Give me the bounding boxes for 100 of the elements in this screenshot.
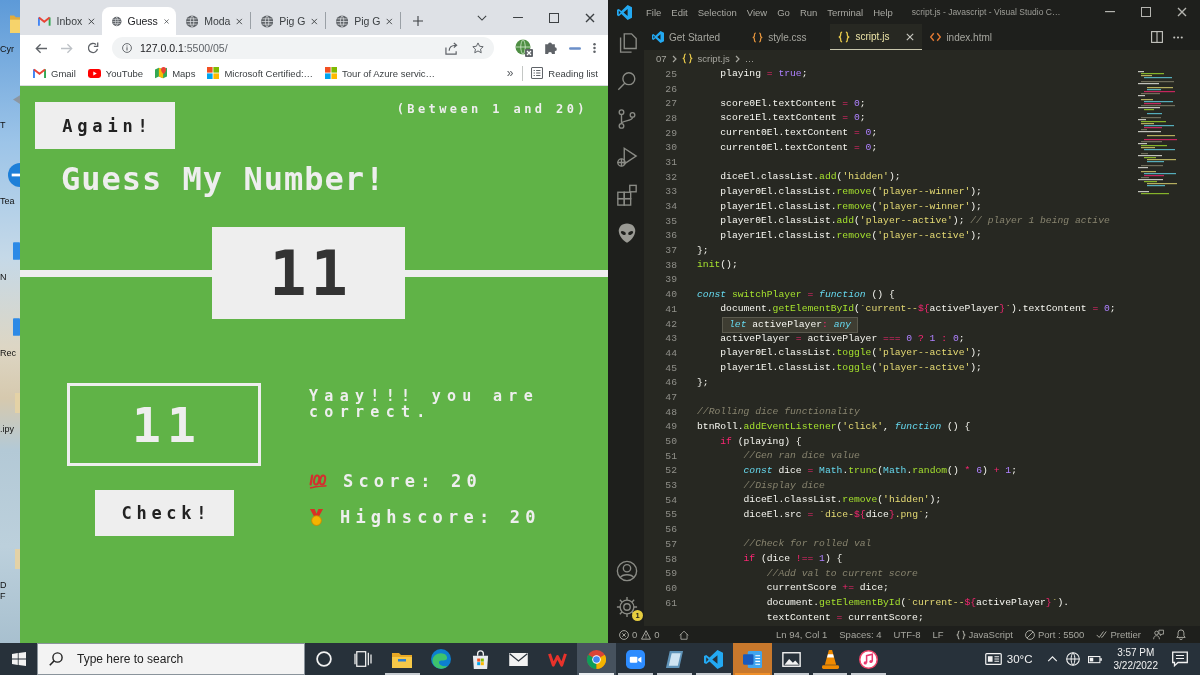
code-line: textContent = currentScore; (765, 611, 924, 624)
minimize-icon[interactable] (1105, 11, 1115, 13)
menu-item[interactable]: File (641, 6, 667, 18)
line-ending-status[interactable]: LF (932, 629, 944, 640)
close-icon[interactable] (585, 12, 595, 23)
close-icon[interactable] (236, 17, 243, 25)
settings-icon[interactable] (616, 596, 638, 618)
speech-bubble-icon[interactable] (1172, 651, 1188, 667)
menu-item[interactable]: Run (794, 6, 823, 18)
shortcut-tile-icon (13, 318, 20, 336)
desktop-icon-label[interactable]: Cyr (0, 44, 14, 55)
branch-icon[interactable] (616, 108, 638, 130)
minimize-icon[interactable] (513, 16, 523, 19)
check-button[interactable]: Check! (94, 490, 234, 536)
language-mode[interactable]: JavaScript (955, 629, 1013, 640)
warning-count[interactable]: 0 (654, 629, 660, 640)
maximize-icon[interactable] (549, 12, 559, 23)
reload-icon[interactable] (87, 42, 99, 54)
globe-icon[interactable] (1065, 652, 1080, 666)
cursor-position[interactable]: Ln 94, Col 1 (776, 629, 828, 640)
feedback-icon[interactable] (1153, 629, 1164, 640)
star-icon[interactable] (472, 42, 484, 54)
menu-item[interactable]: View (741, 6, 773, 18)
desktop-icon-label[interactable]: Tea (0, 196, 15, 207)
close-icon[interactable] (163, 17, 169, 25)
code-line: player1El.classList.remove('player--winner'); (719, 200, 982, 213)
menu-item[interactable]: Go (772, 6, 795, 18)
more-icon[interactable] (593, 42, 596, 54)
browser-tab[interactable]: Pig G (251, 7, 325, 35)
more-bookmarks-button[interactable]: » (506, 66, 514, 80)
share-icon[interactable] (445, 41, 458, 55)
home-icon[interactable] (678, 629, 689, 640)
account-icon[interactable] (616, 560, 638, 582)
breadcrumb-item[interactable]: script.js (697, 53, 730, 64)
menu-item[interactable]: Edit (666, 6, 693, 18)
maximize-icon[interactable] (1141, 7, 1151, 17)
formatter-status[interactable]: Prettier (1096, 629, 1141, 640)
desktop-icon-label[interactable]: Rec (0, 348, 16, 359)
server-port-status[interactable]: Port : 5500 (1024, 629, 1085, 640)
list-icon (531, 67, 544, 79)
plus-icon[interactable] (413, 16, 423, 26)
puzzle-icon[interactable] (545, 42, 557, 54)
address-field[interactable]: 127.0.0.1:5500/05/ (112, 37, 494, 59)
desktop-icon-label[interactable]: F (0, 591, 6, 602)
error-count[interactable]: 0 (632, 629, 638, 640)
app-logo-icon (617, 4, 632, 20)
bookmark-link[interactable]: Tour of Azure servic… (325, 67, 435, 79)
browser-tab[interactable]: Guess (102, 7, 176, 35)
run-debug-icon[interactable] (616, 146, 638, 168)
bookmark-link[interactable]: Gmail (33, 67, 76, 79)
editor-tab[interactable]: index.html (922, 24, 1016, 50)
menu-item[interactable]: Selection (692, 6, 742, 18)
browser-tab[interactable]: Pig G (326, 7, 400, 35)
close-icon[interactable] (311, 17, 318, 25)
weather-widget[interactable]: 30°C (984, 652, 1033, 666)
search-icon[interactable] (616, 70, 638, 92)
browser-tab[interactable]: Moda (176, 7, 250, 35)
browser-tab[interactable]: Inbox (28, 7, 102, 35)
close-icon[interactable] (88, 17, 95, 25)
search-field[interactable]: Type here to search (37, 643, 305, 675)
battery-icon[interactable] (1087, 653, 1102, 665)
taskbar-button[interactable] (732, 643, 772, 675)
editor-tab[interactable]: script.js (830, 24, 923, 50)
extensions-icon[interactable] (616, 184, 638, 206)
taskbar-button[interactable] (577, 643, 617, 675)
menu-item[interactable]: Help (868, 6, 898, 18)
line-number: 59 (664, 568, 677, 580)
bookmark-link[interactable]: Maps (155, 67, 196, 79)
encoding-status[interactable]: UTF-8 (893, 629, 921, 640)
caret-up-icon[interactable] (1046, 656, 1058, 662)
code-line: player0El.classList.add('player--active'); // player 1 being active (719, 215, 1110, 228)
close-icon[interactable] (1177, 7, 1187, 17)
bell-icon[interactable] (1176, 629, 1186, 640)
bar-icon[interactable] (569, 46, 581, 50)
alien-icon[interactable] (616, 222, 638, 244)
info-icon[interactable] (122, 43, 132, 53)
desktop-icon-label[interactable]: .ipy (0, 424, 14, 435)
bookmark-link[interactable]: YouTube (87, 67, 144, 79)
menu-item[interactable]: Terminal (822, 6, 869, 18)
back-icon[interactable] (35, 42, 47, 54)
globe-badge-icon[interactable] (515, 39, 533, 57)
reading-list-button[interactable]: Reading list (531, 67, 598, 79)
desktop-icon-label[interactable]: D (0, 580, 7, 591)
clock[interactable]: 3:57 PM 3/22/2022 (1113, 646, 1158, 672)
close-icon[interactable] (386, 17, 393, 25)
code-line: if (playing) { (719, 435, 802, 448)
again-button[interactable]: Again! (35, 102, 175, 149)
line-number: 56 (664, 524, 677, 536)
indentation-status[interactable]: Spaces: 4 (839, 629, 882, 640)
line-number: 36 (664, 230, 677, 242)
desktop-icon-label[interactable]: N (0, 272, 7, 283)
split-editor-icon[interactable] (1151, 31, 1163, 43)
more-icon[interactable] (1172, 35, 1184, 39)
breadcrumb-item[interactable]: 07 (656, 53, 667, 64)
caret-icon[interactable] (477, 14, 487, 21)
breadcrumb-item[interactable]: … (744, 53, 755, 64)
editor-tab[interactable]: style.css (744, 24, 831, 50)
editor-tab[interactable]: Get Started (644, 24, 745, 50)
bookmark-link[interactable]: Microsoft Certified:… (207, 67, 314, 79)
desktop-icon-label[interactable]: T (0, 120, 6, 131)
